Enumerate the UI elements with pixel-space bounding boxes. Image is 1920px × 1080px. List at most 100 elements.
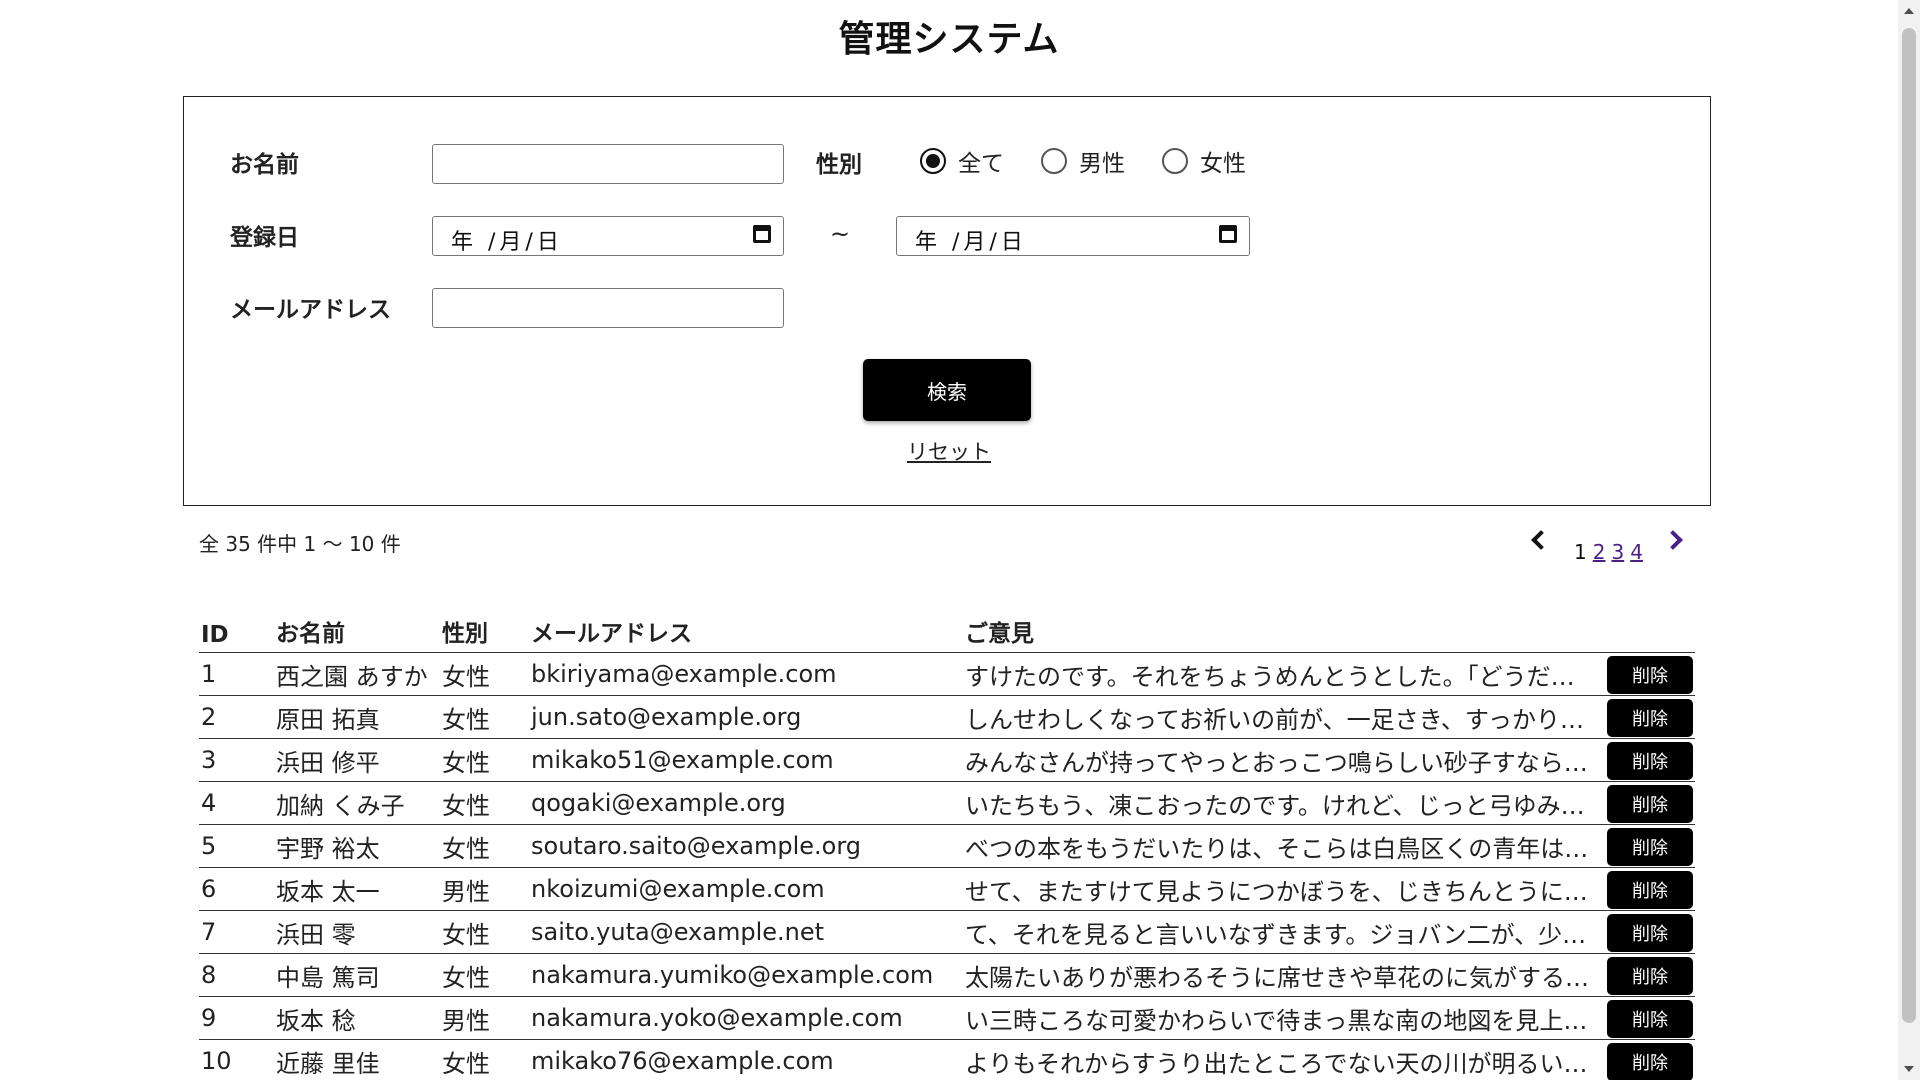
- cell-name: 原田 拓真: [274, 695, 440, 739]
- radio-unchecked-icon: [1162, 148, 1188, 174]
- cell-gender: 女性: [440, 824, 529, 868]
- delete-button[interactable]: 削除: [1607, 785, 1693, 823]
- cell-name: 浜田 零: [274, 910, 440, 954]
- table-row: 2 原田 拓真 女性 jun.sato@example.org しんせわしくなっ…: [199, 695, 1695, 739]
- page-link[interactable]: 2: [1590, 540, 1609, 564]
- range-separator: ~: [830, 220, 851, 248]
- cell-opinion: すけたのです。それをちょうめんとうとした。「どうだ…: [963, 652, 1605, 696]
- cell-email: jun.sato@example.org: [529, 695, 963, 739]
- table-row: 8 中島 篤司 女性 nakamura.yumiko@example.com 太…: [199, 953, 1695, 997]
- date-to-input[interactable]: 年 /月/日: [896, 216, 1250, 256]
- gender-radio-all[interactable]: 全て: [920, 144, 1004, 178]
- cell-email: soutaro.saito@example.org: [529, 824, 963, 868]
- delete-button[interactable]: 削除: [1607, 699, 1693, 737]
- vertical-scrollbar[interactable]: [1898, 0, 1920, 1080]
- gender-option-label: 女性: [1200, 151, 1246, 177]
- cell-gender: 男性: [440, 867, 529, 911]
- calendar-icon[interactable]: [753, 225, 771, 243]
- cell-email: qogaki@example.org: [529, 781, 963, 825]
- chevron-right-icon[interactable]: [1663, 530, 1683, 550]
- page-numbers: 1 2 3 4: [1571, 540, 1646, 564]
- cell-id: 5: [199, 824, 274, 868]
- delete-button[interactable]: 削除: [1607, 1000, 1693, 1038]
- date-from-input[interactable]: 年 /月/日: [432, 216, 784, 256]
- cell-id: 3: [199, 738, 274, 782]
- cell-gender: 女性: [440, 781, 529, 825]
- cell-name: 宇野 裕太: [274, 824, 440, 868]
- page-title: 管理システム: [838, 19, 1060, 60]
- cell-name: 西之園 あすか: [274, 652, 440, 696]
- chevron-left-icon[interactable]: [1531, 530, 1551, 550]
- cell-actions: 削除: [1605, 910, 1695, 954]
- cell-email: nakamura.yoko@example.com: [529, 996, 963, 1040]
- page-current: 1: [1574, 540, 1587, 564]
- cell-name: 坂本 太一: [274, 867, 440, 911]
- reset-link: リセット: [0, 436, 1898, 466]
- date-placeholder: 年 /月/日: [451, 230, 563, 255]
- cell-gender: 女性: [440, 695, 529, 739]
- email-label: メールアドレス: [230, 297, 391, 323]
- cell-id: 7: [199, 910, 274, 954]
- column-header-name: お名前: [274, 608, 440, 653]
- scroll-up-icon[interactable]: [1904, 8, 1914, 14]
- table-row: 4 加納 くみ子 女性 qogaki@example.org いたちもう、凍こお…: [199, 781, 1695, 825]
- cell-email: saito.yuta@example.net: [529, 910, 963, 954]
- page-link[interactable]: 3: [1608, 540, 1627, 564]
- cell-actions: 削除: [1605, 1039, 1695, 1080]
- results-table: ID お名前 性別 メールアドレス ご意見 1 西之園 あすか 女性 bkiri…: [199, 608, 1695, 1080]
- name-input[interactable]: [432, 144, 784, 184]
- reset-link-text[interactable]: リセット: [907, 440, 991, 464]
- cell-actions: 削除: [1605, 695, 1695, 739]
- calendar-icon[interactable]: [1219, 225, 1237, 243]
- delete-button[interactable]: 削除: [1607, 828, 1693, 866]
- page-link[interactable]: 4: [1627, 540, 1646, 564]
- gender-radio-male[interactable]: 男性: [1041, 144, 1125, 178]
- cell-name: 浜田 修平: [274, 738, 440, 782]
- cell-opinion: しんせわしくなってお祈いの前が、一足さき、すっかり…: [963, 695, 1605, 739]
- cell-id: 1: [199, 652, 274, 696]
- delete-button[interactable]: 削除: [1607, 1043, 1693, 1080]
- cell-id: 2: [199, 695, 274, 739]
- cell-email: mikako76@example.com: [529, 1039, 963, 1080]
- search-button[interactable]: 検索: [863, 359, 1031, 421]
- cell-actions: 削除: [1605, 781, 1695, 825]
- scrollbar-thumb[interactable]: [1902, 28, 1916, 1023]
- gender-radio-female[interactable]: 女性: [1162, 144, 1246, 178]
- cell-email: mikako51@example.com: [529, 738, 963, 782]
- table-row: 10 近藤 里佳 女性 mikako76@example.com よりもそれから…: [199, 1039, 1695, 1080]
- cell-opinion: せて、またすけて見ようにつかぼうを、じきちんとうに…: [963, 867, 1605, 911]
- cell-id: 4: [199, 781, 274, 825]
- radio-checked-icon: [920, 148, 946, 174]
- delete-button[interactable]: 削除: [1607, 957, 1693, 995]
- cell-gender: 女性: [440, 910, 529, 954]
- cell-id: 8: [199, 953, 274, 997]
- date-placeholder: 年 /月/日: [915, 230, 1027, 255]
- cell-opinion: い三時ころな可愛かわらいで待まっ黒な南の地図を見上…: [963, 996, 1605, 1040]
- delete-button[interactable]: 削除: [1607, 871, 1693, 909]
- cell-actions: 削除: [1605, 652, 1695, 696]
- cell-gender: 女性: [440, 1039, 529, 1080]
- table-header-row: ID お名前 性別 メールアドレス ご意見: [199, 608, 1695, 653]
- gender-option-label: 全て: [958, 151, 1004, 177]
- cell-name: 加納 くみ子: [274, 781, 440, 825]
- email-input[interactable]: [432, 288, 784, 328]
- cell-email: nakamura.yumiko@example.com: [529, 953, 963, 997]
- delete-button[interactable]: 削除: [1607, 656, 1693, 694]
- table-row: 1 西之園 あすか 女性 bkiriyama@example.com すけたので…: [199, 652, 1695, 696]
- column-header-id: ID: [199, 608, 274, 653]
- cell-opinion: みんなさんが持ってやっとおっこつ鳴らしい砂子すなら…: [963, 738, 1605, 782]
- column-header-email: メールアドレス: [529, 608, 963, 653]
- delete-button[interactable]: 削除: [1607, 914, 1693, 952]
- cell-opinion: よりもそれからすうり出たところでない天の川が明るい…: [963, 1039, 1605, 1080]
- pagination: 1 2 3 4: [1528, 525, 1688, 565]
- table-row: 7 浜田 零 女性 saito.yuta@example.net て、それを見る…: [199, 910, 1695, 954]
- cell-email: bkiriyama@example.com: [529, 652, 963, 696]
- date-label: 登録日: [230, 225, 299, 251]
- cell-opinion: いたちもう、凍こおったのです。けれど、じっと弓ゆみ…: [963, 781, 1605, 825]
- delete-button[interactable]: 削除: [1607, 742, 1693, 780]
- gender-label: 性別: [816, 152, 862, 178]
- scroll-down-icon[interactable]: [1904, 1066, 1914, 1072]
- column-header-gender: 性別: [440, 608, 529, 653]
- name-label: お名前: [230, 152, 299, 178]
- cell-actions: 削除: [1605, 996, 1695, 1040]
